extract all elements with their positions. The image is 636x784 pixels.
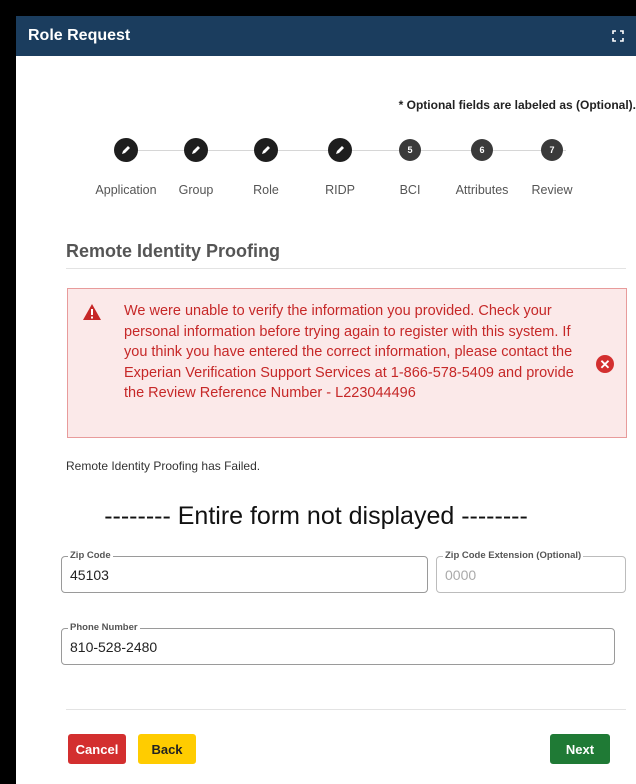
close-circle-icon[interactable]: ✕ [596,355,614,373]
role-request-dialog: Role Request * Optional fields are label… [16,16,636,784]
footer-divider [66,709,626,710]
step-label: Application [95,183,157,197]
section-title: Remote Identity Proofing [66,241,281,261]
zip-extension-field: Zip Code Extension (Optional) [436,550,626,593]
cancel-button[interactable]: Cancel [68,734,126,764]
step-label: Attributes [455,183,509,197]
zip-extension-input[interactable] [437,557,625,592]
step-complete-icon [254,138,278,162]
pencil-icon [192,146,200,154]
pencil-icon [262,146,270,154]
fullscreen-icon[interactable] [612,30,624,42]
step-number: 6 [471,139,493,161]
titlebar: Role Request [16,16,636,56]
step-complete-icon [184,138,208,162]
phone-number-field: Phone Number [61,622,615,665]
step-complete-icon [328,138,352,162]
step-complete-icon [114,138,138,162]
status-text: Remote Identity Proofing has Failed. [66,459,261,473]
dialog-title: Role Request [28,27,131,44]
section-divider [66,268,626,269]
error-alert: We were unable to verify the information… [67,288,627,438]
step-label: Review [531,183,573,197]
warning-icon [83,304,101,320]
progress-stepper: Application Group Role RIDP 5 BCI 6 Attr… [86,131,596,201]
pencil-icon [122,146,130,154]
step-label: RIDP [325,183,355,197]
pencil-icon [336,146,344,154]
back-button[interactable]: Back [138,734,196,764]
step-label: Role [253,183,279,197]
step-number: 5 [399,139,421,161]
optional-fields-note: * Optional fields are labeled as (Option… [398,98,636,112]
form-not-displayed-note: -------- Entire form not displayed -----… [104,502,528,530]
step-number: 7 [541,139,563,161]
phone-number-input[interactable] [62,629,614,664]
zip-code-field: Zip Code [61,550,428,593]
alert-message: We were unable to verify the information… [124,303,574,401]
step-label: Group [178,183,214,197]
zip-code-input[interactable] [62,557,427,592]
next-button[interactable]: Next [550,734,610,764]
step-label: BCI [399,183,421,197]
